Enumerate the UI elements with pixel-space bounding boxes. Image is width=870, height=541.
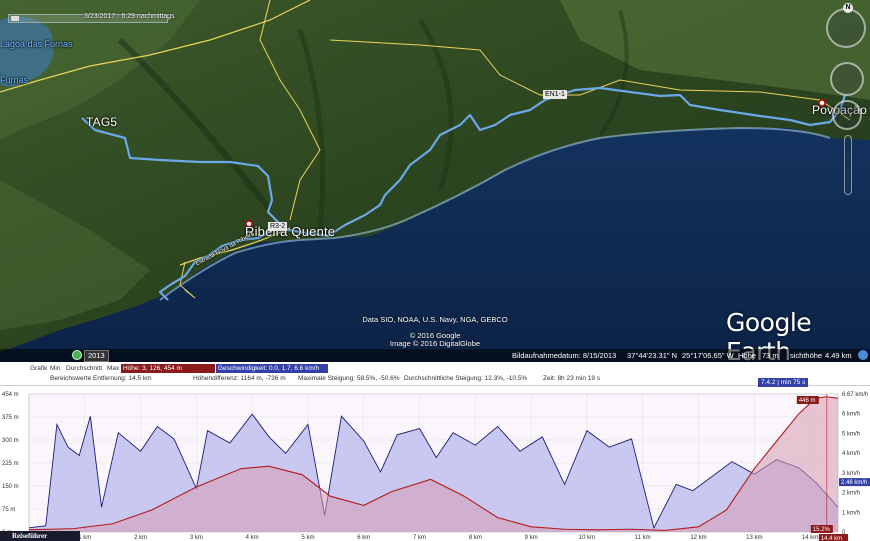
graph-label: Grafik <box>30 365 48 372</box>
eye-alt-label: sichthöhe <box>790 351 823 360</box>
google-earth-window: 3/23/2017 · 6:29 nachmittags Lagoa das F… <box>0 0 870 541</box>
y-left-tick-label: 75 m <box>2 507 15 513</box>
y-right-tick-label: 6 km/h <box>842 412 860 418</box>
x-tick-label: 3 km <box>190 535 203 541</box>
latitude-readout: 37°44'23.31" N <box>627 351 678 360</box>
y-left-tick-label: 375 m <box>2 415 19 421</box>
tour-guide-button[interactable]: Reiseführer <box>0 531 80 541</box>
x-tick-label: 7 km <box>413 535 426 541</box>
time-slider-thumb[interactable] <box>11 16 19 21</box>
x-tick-label: 13 km <box>746 535 762 541</box>
y-right-tick-label: 6.67 km/h <box>842 392 868 398</box>
max-elevation-marker: 446 m <box>799 398 816 404</box>
imagery-year[interactable]: 2013 <box>84 350 109 362</box>
look-joystick[interactable] <box>830 62 864 96</box>
x-tick-label: 11 km <box>635 535 651 541</box>
elevation-label: Höhe <box>738 351 756 360</box>
x-tick-label: 5 km <box>301 535 314 541</box>
tag5-label[interactable]: TAG5 <box>86 115 117 129</box>
compass-ring[interactable] <box>826 8 866 48</box>
distance-marker: 14.4 km <box>821 536 842 541</box>
range-label: Bereichswerte <box>50 375 92 382</box>
zoom-slider[interactable] <box>844 135 852 195</box>
y-right-tick-label: 5 km/h <box>842 431 860 437</box>
max-label: Max <box>107 365 120 372</box>
x-tick-label: 8 km <box>469 535 482 541</box>
x-tick-label: 14 km <box>802 535 818 541</box>
y-right-tick-label: 1 km/h <box>842 510 860 516</box>
y-right-tick-label: 3 km/h <box>842 471 860 477</box>
road-label-en1: EN1-1 <box>543 90 567 99</box>
elevation-chart[interactable]: 1 km 2 km 3 km 4 km 5 km 6 km 7 km 8 km 9 km 10 k… <box>0 386 870 541</box>
elevation-field[interactable]: Höhe: 3, 126, 454 m <box>121 364 215 373</box>
y-left-tick-label: 300 m <box>2 438 19 444</box>
x-tick-label: 6 km <box>357 535 370 541</box>
historical-imagery-icon[interactable] <box>72 350 82 360</box>
move-joystick[interactable] <box>832 100 862 130</box>
speed-cursor-marker: 2.46 km/h <box>841 480 867 486</box>
speed-field[interactable]: Geschwindigkeit: 0.0, 1.7, 6.6 km/h <box>216 364 328 373</box>
elevation-readout: 73 m <box>762 351 779 360</box>
status-bar: Bildaufnahmedatum: 8/15/2013 37°44'23.31… <box>0 349 870 362</box>
x-tick-label: 4 km <box>246 535 259 541</box>
time-stat: Zeit: 8h 23 min 19 s <box>543 375 601 382</box>
map-view[interactable]: 3/23/2017 · 6:29 nachmittags Lagoa das F… <box>0 0 870 362</box>
north-button[interactable]: N <box>843 3 853 13</box>
y-right-tick-label: 2 km/h <box>842 491 860 497</box>
y-right-tick-label: 4 km/h <box>842 451 860 457</box>
longitude-readout: 25°17'06.65" W <box>682 351 734 360</box>
road-label-r3: R3-2 <box>268 222 288 231</box>
distance-stat: Entfernung: 14.5 km <box>93 375 152 382</box>
image-date: Bildaufnahmedatum: 8/15/2013 <box>512 351 617 360</box>
y-left-tick-label: 454 m <box>2 392 19 398</box>
lake-label: Lagoa das Furnas <box>0 39 73 49</box>
x-tick-label: 12 km <box>690 535 706 541</box>
ribeira-quente-label[interactable]: Ribeira Quente <box>245 224 335 239</box>
status-indicator-icon <box>858 350 868 360</box>
avg-slope-stat: Durchschnittliche Steigung: 12.3%, -10.5… <box>404 375 528 382</box>
furnas-label: Furnas <box>0 75 29 85</box>
avg-label: Durchschnitt <box>66 365 103 372</box>
x-tick-label: 2 km <box>134 535 147 541</box>
elev-diff-stat: Höhendifferenz: 1164 m, -736 m <box>193 375 286 382</box>
min-label: Min <box>50 365 61 372</box>
y-left-tick-label: 225 m <box>2 461 19 467</box>
elevation-profile-panel: Grafik Min Durchschnitt Max Höhe: 3, 126… <box>0 362 870 541</box>
x-tick-label: 10 km <box>579 535 595 541</box>
x-tick-label: 9 km <box>525 535 538 541</box>
max-slope-stat: Maximale Steigung: 58.5%, -50.6% <box>298 375 400 382</box>
eye-alt-readout: 4.49 km <box>825 351 852 360</box>
x-tick-label: 1 km <box>78 535 91 541</box>
time-slider-label: 3/23/2017 · 6:29 nachmittags <box>84 13 175 20</box>
y-left-tick-label: 150 m <box>2 484 19 490</box>
profile-stats: Grafik Min Durchschnitt Max Höhe: 3, 126… <box>0 362 870 387</box>
data-credit: Data SIO, NOAA, U.S. Navy, NGA, GEBCO <box>362 315 508 324</box>
imagery-credit: Image © 2016 DigitalGlobe <box>389 339 481 348</box>
slope-marker: 15.2% <box>813 527 831 533</box>
